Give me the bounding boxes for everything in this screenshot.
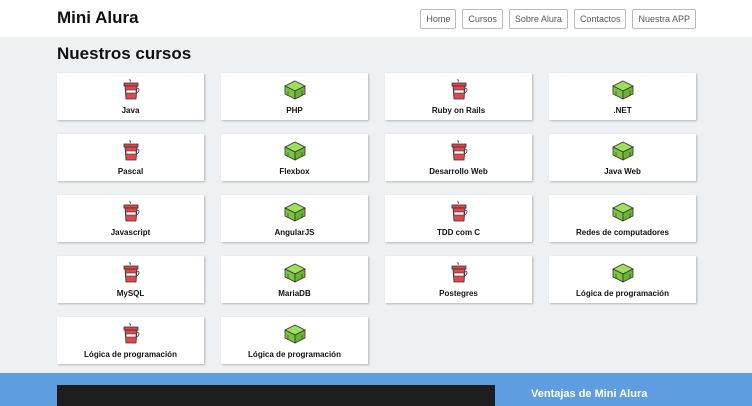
course-card[interactable]: Flexbox	[221, 134, 368, 181]
flask-icon	[119, 79, 143, 101]
course-label: Java Web	[604, 167, 641, 176]
cube-icon	[283, 262, 307, 284]
nav-nuestra-app-button[interactable]: Nuestra APP	[632, 9, 696, 29]
cube-icon	[283, 79, 307, 101]
course-label: Pascal	[117, 167, 144, 176]
course-card[interactable]: Java Web	[549, 134, 696, 181]
cube-icon	[611, 201, 635, 223]
course-card[interactable]: Ruby on Rails	[385, 73, 532, 120]
course-label: Java	[121, 106, 140, 115]
course-card[interactable]: MySQL	[57, 256, 204, 303]
flask-icon	[447, 201, 471, 223]
cube-icon	[611, 140, 635, 162]
flask-icon	[447, 140, 471, 162]
main-nav: Home Cursos Sobre Alura Contactos Nuestr…	[420, 9, 696, 29]
course-label: MariaDB	[278, 289, 311, 298]
course-label: Ruby on Rails	[431, 106, 486, 115]
course-label: Redes de computadores	[576, 228, 669, 237]
course-card[interactable]: MariaDB	[221, 256, 368, 303]
course-card[interactable]: Java	[57, 73, 204, 120]
course-card[interactable]: Javascript	[57, 195, 204, 242]
course-card[interactable]: TDD com C	[385, 195, 532, 242]
site-header: Mini Alura Home Cursos Sobre Alura Conta…	[0, 0, 752, 37]
nav-contactos-button[interactable]: Contactos	[573, 9, 627, 29]
course-card[interactable]: Desarrollo Web	[385, 134, 532, 181]
nav-home-button[interactable]: Home	[420, 9, 457, 29]
course-card[interactable]: Redes de computadores	[549, 195, 696, 242]
course-card[interactable]: Pascal	[57, 134, 204, 181]
course-label: Postegres	[439, 289, 478, 298]
page-title: Nuestros cursos	[57, 44, 192, 63]
course-card[interactable]: Lógica de programación	[57, 317, 204, 364]
cube-icon	[611, 79, 635, 101]
course-label: Javascript	[110, 228, 151, 237]
course-label: Flexbox	[279, 167, 310, 176]
cube-icon	[283, 201, 307, 223]
course-label: Lógica de programación	[84, 350, 177, 359]
brand-logo[interactable]: Mini Alura	[57, 8, 139, 28]
course-label: Lógica de programación	[248, 350, 341, 359]
flask-icon	[447, 79, 471, 101]
course-label: AngularJS	[274, 228, 315, 237]
cube-icon	[283, 323, 307, 345]
footer-title: Ventajas de Mini Alura	[531, 388, 648, 400]
nav-sobre-alura-button[interactable]: Sobre Alura	[508, 9, 568, 29]
course-label: MySQL	[116, 289, 145, 298]
course-card[interactable]: AngularJS	[221, 195, 368, 242]
flask-icon	[119, 140, 143, 162]
course-card[interactable]: PHP	[221, 73, 368, 120]
nav-cursos-button[interactable]: Cursos	[462, 9, 503, 29]
course-label: PHP	[286, 106, 303, 115]
flask-icon	[119, 262, 143, 284]
cube-icon	[283, 140, 307, 162]
cube-icon	[611, 262, 635, 284]
flask-icon	[119, 323, 143, 345]
course-label: Desarrollo Web	[429, 167, 488, 176]
course-label: Lógica de programación	[576, 289, 669, 298]
course-card[interactable]: .NET	[549, 73, 696, 120]
video-player[interactable]	[57, 385, 495, 406]
course-label: .NET	[613, 106, 632, 115]
course-grid: Java PHP Ruby on Rails .NET Pascal Flexbox Des…	[57, 73, 697, 364]
footer-section: Ventajas de Mini Alura	[0, 373, 752, 406]
course-card[interactable]: Postegres	[385, 256, 532, 303]
flask-icon	[119, 201, 143, 223]
course-card[interactable]: Lógica de programación	[549, 256, 696, 303]
course-label: TDD com C	[436, 228, 481, 237]
course-card[interactable]: Lógica de programación	[221, 317, 368, 364]
flask-icon	[447, 262, 471, 284]
